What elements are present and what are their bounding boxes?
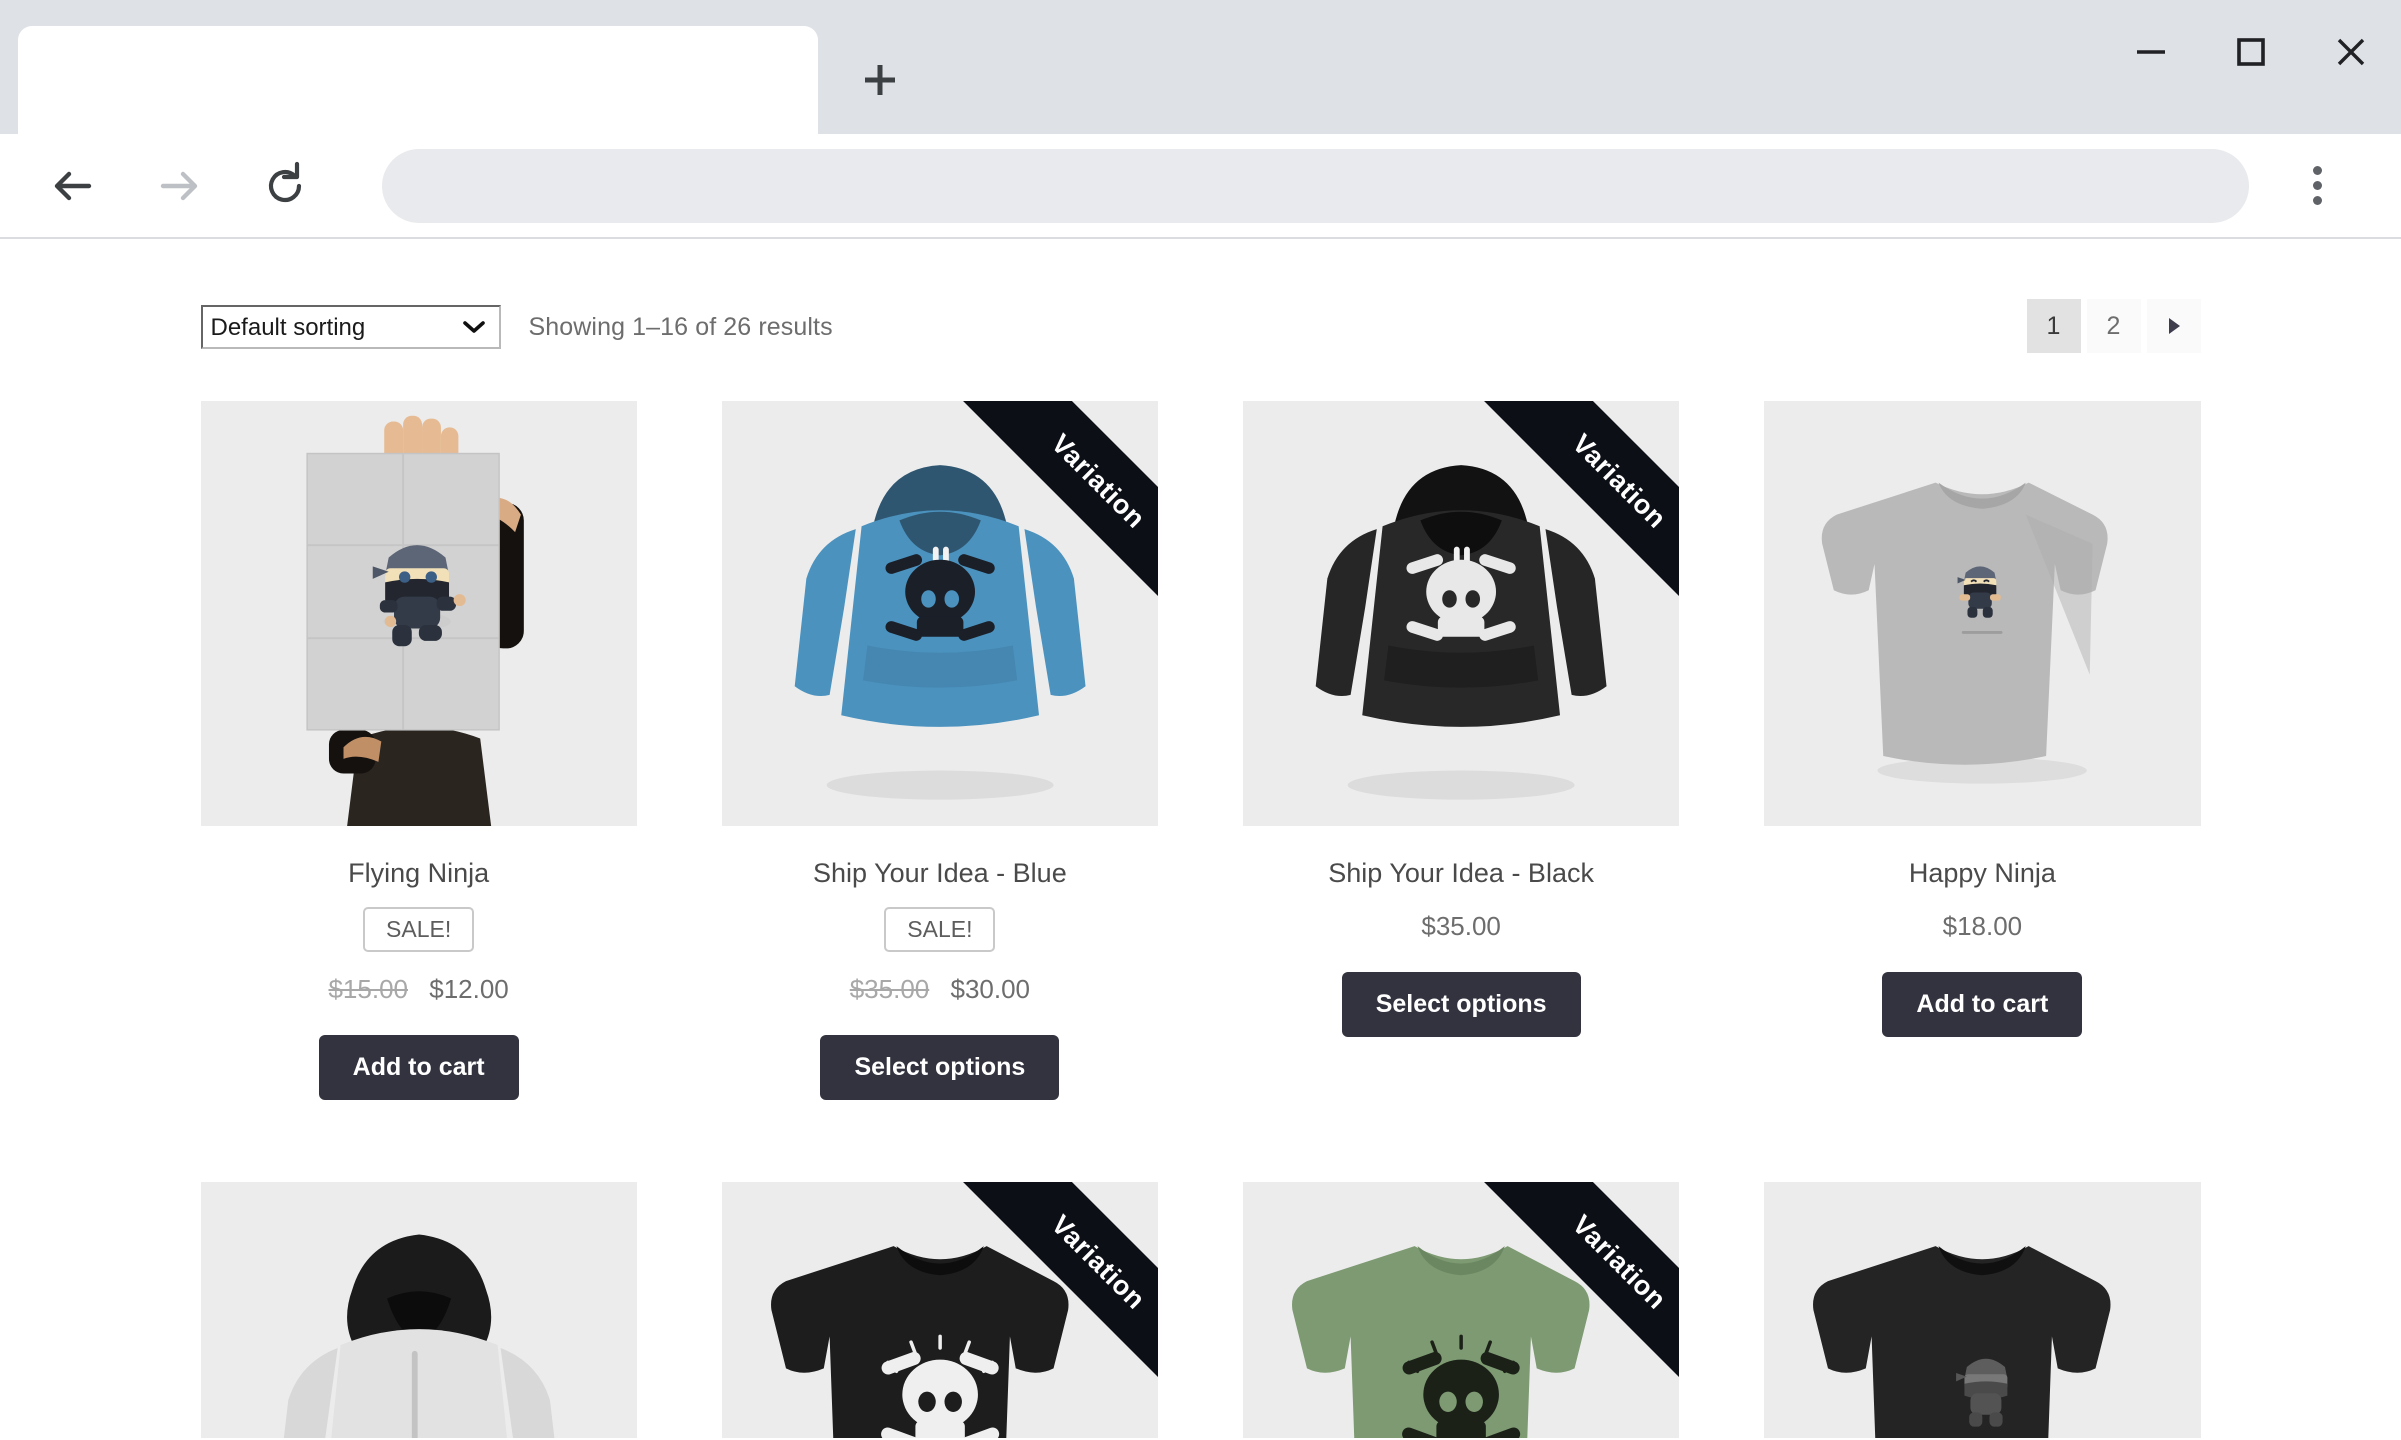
product-thumbnail[interactable] bbox=[1764, 401, 2201, 826]
minimize-button[interactable] bbox=[2101, 0, 2201, 104]
select-options-button[interactable]: Select options bbox=[1341, 972, 1581, 1037]
hoodie-black-image bbox=[1243, 401, 1680, 826]
product-thumbnail[interactable] bbox=[1764, 1182, 2201, 1438]
product-thumbnail[interactable]: Variation bbox=[721, 401, 1158, 826]
menu-dot-icon bbox=[2312, 181, 2322, 190]
browser-toolbar bbox=[0, 134, 2401, 239]
result-count: Showing 1–16 of 26 results bbox=[528, 312, 833, 341]
menu-dot-icon bbox=[2312, 196, 2322, 205]
sale-badge: SALE! bbox=[884, 907, 996, 952]
price-current: $35.00 bbox=[1421, 911, 1501, 941]
product-thumbnail[interactable]: Variation bbox=[1243, 1182, 1680, 1438]
maximize-button[interactable] bbox=[2201, 0, 2301, 104]
sale-badge-wrap: SALE! bbox=[201, 889, 637, 952]
hoodie-blue-image bbox=[721, 401, 1158, 826]
product-card[interactable] bbox=[1764, 1182, 2201, 1438]
tshirt-black-ninja-image bbox=[1764, 1182, 2201, 1438]
product-grid-row-2: Variation Variation bbox=[200, 1182, 2201, 1438]
url-bar[interactable] bbox=[382, 148, 2249, 223]
product-thumbnail[interactable] bbox=[200, 401, 637, 826]
sorting-select-wrapper: Default sortingSort by popularitySort by… bbox=[200, 305, 501, 349]
tshirt-black-skull-image bbox=[721, 1182, 1158, 1438]
forward-arrow-icon bbox=[160, 171, 198, 200]
product-card[interactable] bbox=[200, 1182, 637, 1438]
price-row: $15.00 $12.00 bbox=[201, 974, 637, 1005]
hoodie-white-image bbox=[200, 1182, 637, 1438]
add-to-cart-button[interactable]: Add to cart bbox=[1882, 972, 2083, 1037]
price-original: $15.00 bbox=[328, 974, 408, 1004]
product-title: Flying Ninja bbox=[348, 858, 490, 888]
product-grid-row-1: Flying Ninja SALE! $15.00 $12.00 Add to … bbox=[200, 401, 2201, 1100]
maximize-icon bbox=[2237, 38, 2265, 66]
product-card[interactable]: Variation Ship Your Idea - Blue SALE! $3… bbox=[721, 401, 1158, 1100]
sorting-select[interactable]: Default sortingSort by popularitySort by… bbox=[200, 305, 501, 349]
back-button[interactable] bbox=[34, 147, 112, 225]
price-current: $30.00 bbox=[950, 974, 1031, 1004]
minimize-icon bbox=[2137, 50, 2165, 54]
tab-strip bbox=[0, 0, 2401, 134]
next-arrow-icon bbox=[2168, 318, 2180, 334]
forward-button[interactable] bbox=[140, 147, 218, 225]
product-card[interactable]: Variation bbox=[1243, 1182, 1680, 1438]
sale-badge-wrap: SALE! bbox=[722, 889, 1158, 952]
price-row: $35.00 bbox=[1243, 911, 1679, 942]
pagination-next-button[interactable] bbox=[2146, 299, 2201, 353]
browser-window: Default sortingSort by popularitySort by… bbox=[0, 0, 2401, 1440]
menu-dot-icon bbox=[2312, 166, 2322, 175]
close-button[interactable] bbox=[2301, 0, 2401, 104]
browser-menu-button[interactable] bbox=[2279, 148, 2355, 224]
product-card[interactable]: Variation bbox=[721, 1182, 1158, 1438]
pagination-page-2[interactable]: 2 bbox=[2086, 299, 2141, 353]
product-card[interactable]: Variation Ship Your Idea - Black $35.00 … bbox=[1243, 401, 1680, 1100]
product-thumbnail[interactable] bbox=[200, 1182, 637, 1438]
product-card[interactable]: Happy Ninja $18.00 Add to cart bbox=[1764, 401, 2201, 1100]
product-thumbnail[interactable]: Variation bbox=[1243, 401, 1680, 826]
price-current: $12.00 bbox=[429, 974, 509, 1004]
page-viewport: Default sortingSort by popularitySort by… bbox=[0, 239, 2401, 1438]
product-card[interactable]: Flying Ninja SALE! $15.00 $12.00 Add to … bbox=[200, 401, 637, 1100]
close-icon bbox=[2337, 38, 2365, 66]
shop-toolbar: Default sortingSort by popularitySort by… bbox=[200, 299, 2201, 355]
add-to-cart-button[interactable]: Add to cart bbox=[318, 1035, 519, 1100]
browser-tab[interactable] bbox=[18, 26, 818, 134]
price-current: $18.00 bbox=[1942, 911, 2023, 941]
reload-button[interactable] bbox=[246, 147, 324, 225]
product-title: Ship Your Idea - Black bbox=[1328, 858, 1594, 888]
window-controls bbox=[2101, 0, 2401, 104]
tshirt-gray-ninja-image bbox=[1764, 401, 2201, 826]
price-original: $35.00 bbox=[849, 974, 930, 1004]
product-title: Ship Your Idea - Blue bbox=[813, 858, 1067, 888]
select-options-button[interactable]: Select options bbox=[820, 1035, 1060, 1100]
price-row: $18.00 bbox=[1764, 911, 2200, 942]
sale-badge: SALE! bbox=[363, 907, 475, 952]
product-title: Happy Ninja bbox=[1908, 858, 2056, 888]
poster-ninja-image bbox=[200, 401, 637, 826]
tshirt-green-skull-image bbox=[1243, 1182, 1680, 1438]
price-row: $35.00 $30.00 bbox=[722, 974, 1158, 1005]
reload-icon bbox=[268, 161, 302, 202]
pagination: 1 2 bbox=[2021, 299, 2201, 353]
plus-icon bbox=[865, 65, 895, 95]
back-arrow-icon bbox=[54, 171, 92, 200]
new-tab-button[interactable] bbox=[844, 44, 916, 116]
shop-page: Default sortingSort by popularitySort by… bbox=[200, 239, 2201, 1438]
product-thumbnail[interactable]: Variation bbox=[721, 1182, 1158, 1438]
pagination-page-1[interactable]: 1 bbox=[2026, 299, 2081, 353]
